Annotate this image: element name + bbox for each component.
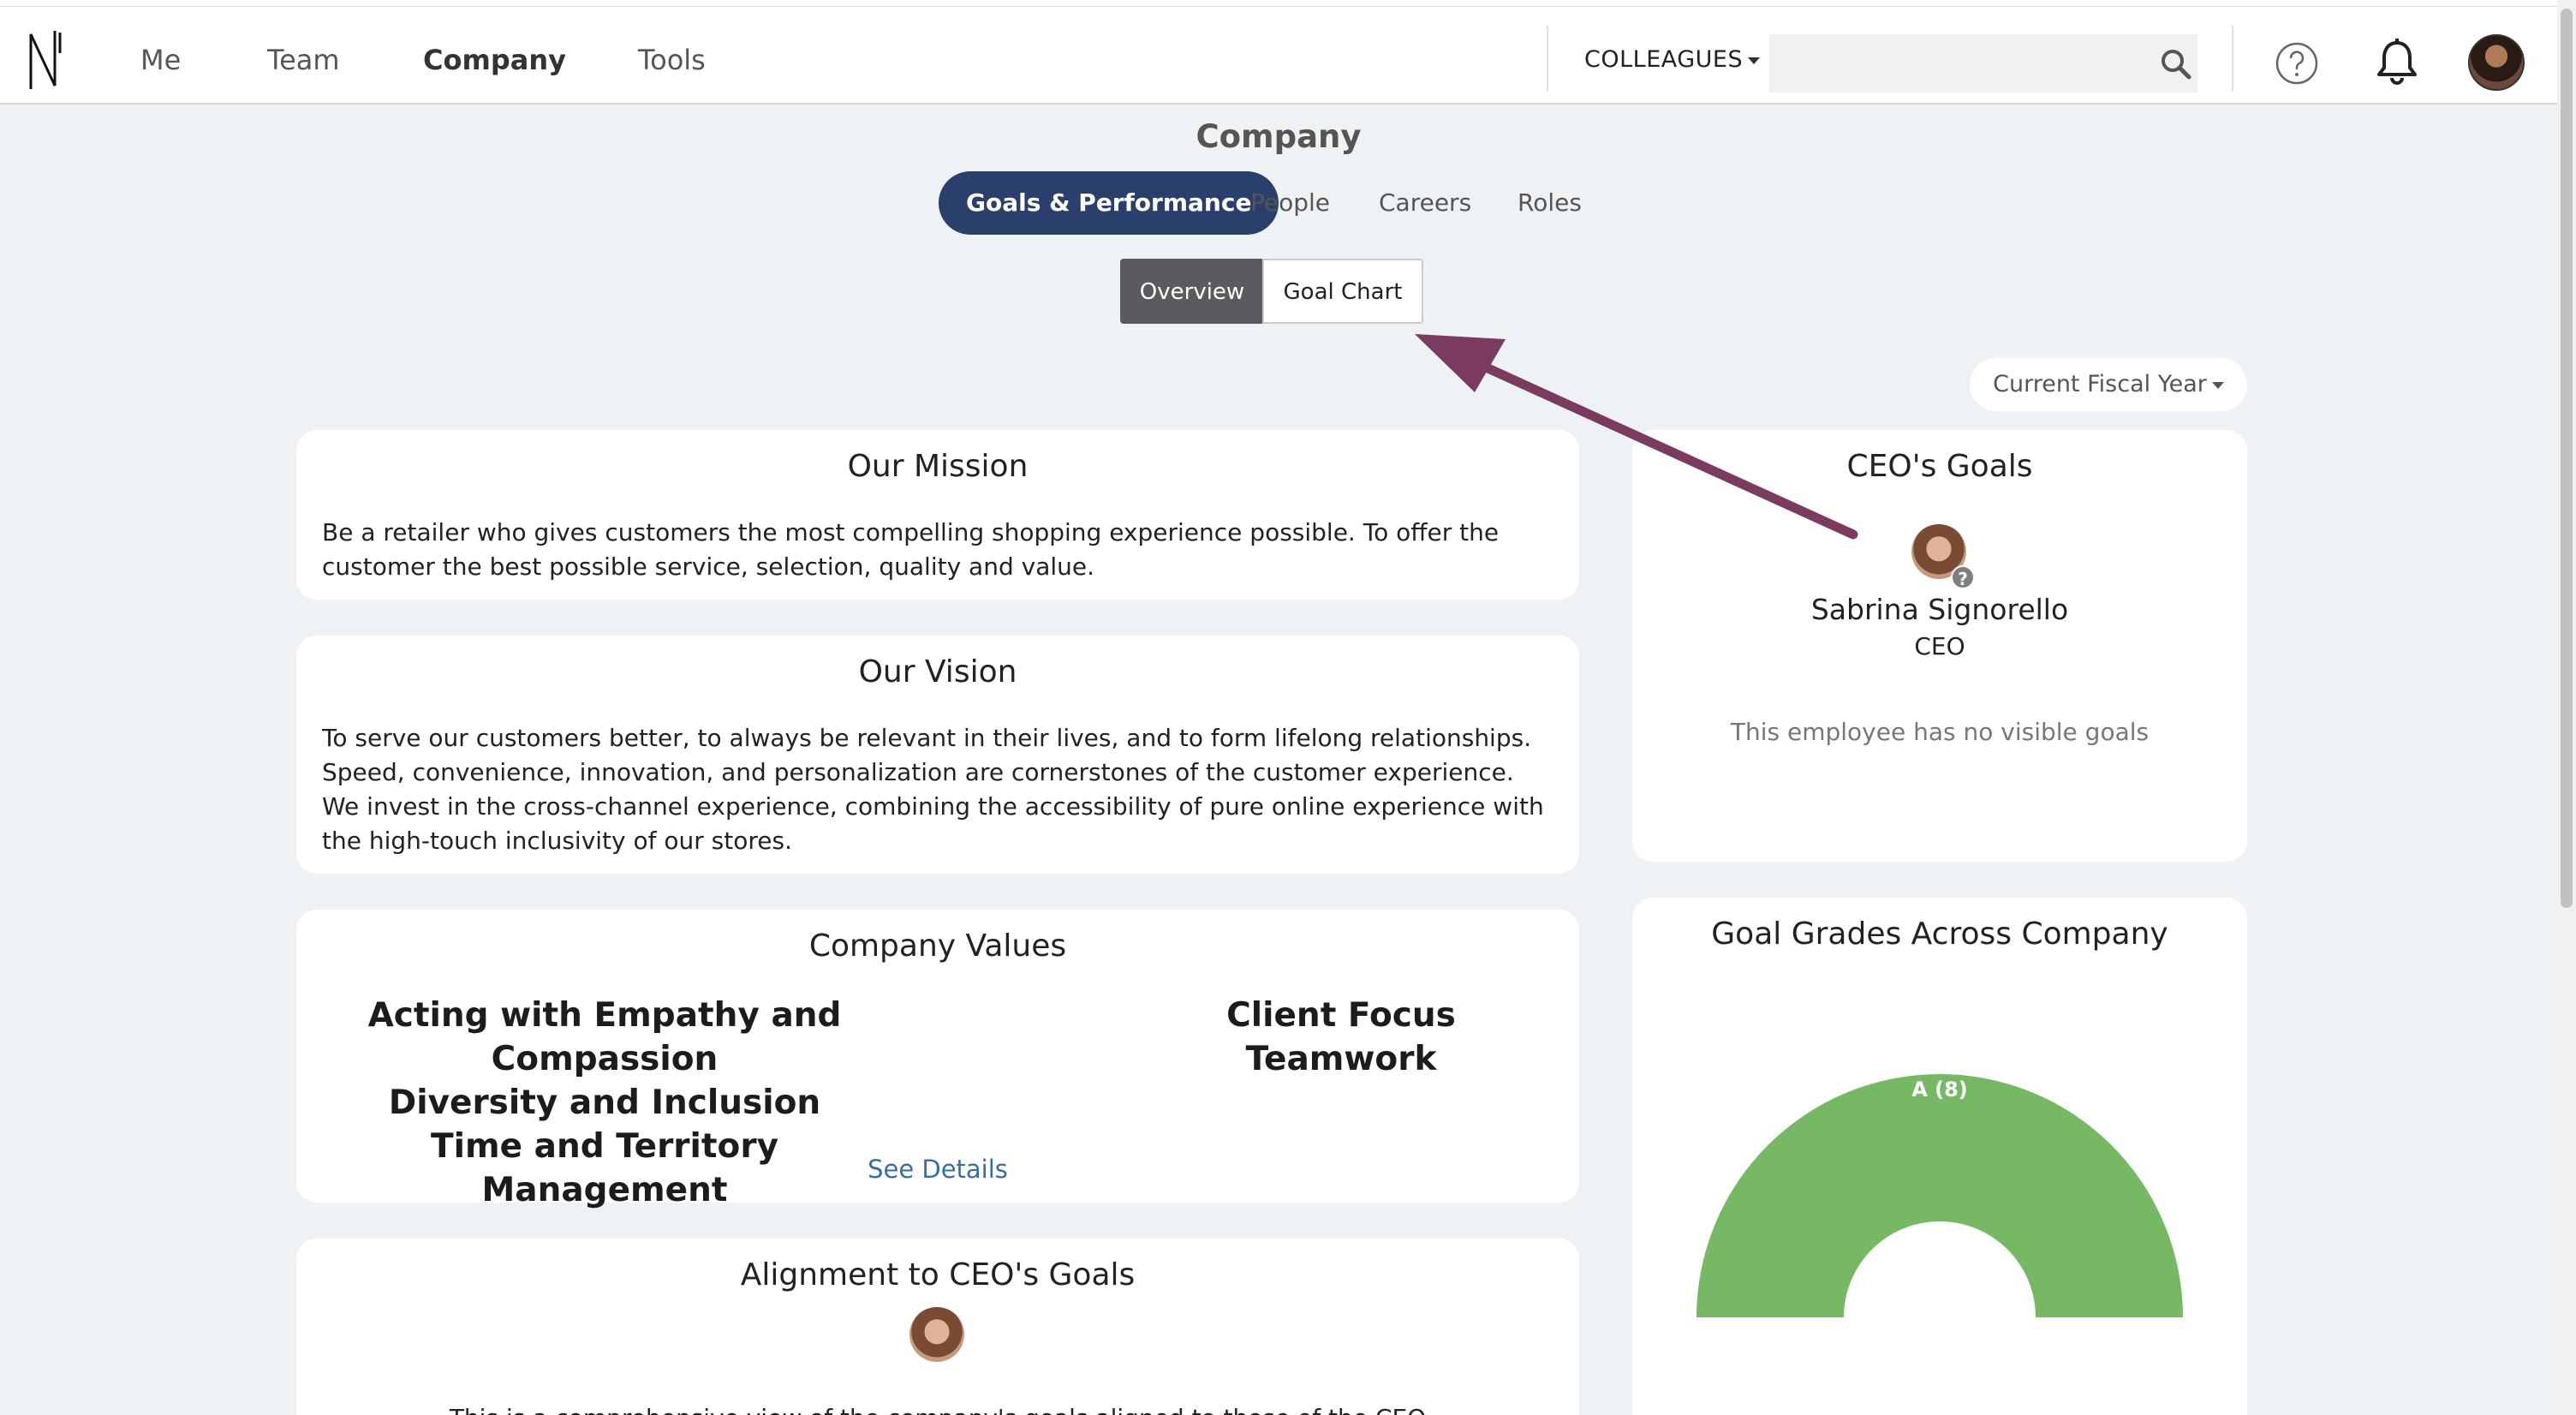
fiscal-year-dropdown[interactable]: Current Fiscal Year bbox=[1970, 358, 2247, 411]
nav-divider bbox=[1547, 26, 1548, 91]
bell-icon[interactable] bbox=[2376, 38, 2418, 87]
ceo-name[interactable]: Sabrina Signorello bbox=[1632, 593, 2247, 626]
chart-slice-label: A (8) bbox=[1911, 1078, 1968, 1102]
scrollbar-thumb[interactable] bbox=[2561, 9, 2573, 908]
ceo-status-badge: ? bbox=[1951, 565, 1975, 589]
caret-down-icon bbox=[2211, 381, 2224, 389]
nav-divider bbox=[2232, 26, 2233, 91]
colleagues-dropdown[interactable]: COLLEAGUES bbox=[1584, 46, 1761, 73]
search-icon[interactable] bbox=[2160, 48, 2192, 81]
nav-item-tools[interactable]: Tools bbox=[638, 43, 706, 77]
mission-title: Our Mission bbox=[847, 449, 1029, 484]
tab-people[interactable]: People bbox=[1250, 171, 1330, 235]
no-goals-message: This employee has no visible goals bbox=[1730, 718, 2150, 746]
goal-grades-card: Goal Grades Across Company A (8) bbox=[1632, 898, 2247, 1415]
subtab-goal-chart[interactable]: Goal Chart bbox=[1262, 259, 1423, 324]
search-input[interactable] bbox=[1769, 34, 2197, 93]
mission-card: Our Mission Be a retailer who gives cust… bbox=[296, 430, 1579, 600]
nav-item-team[interactable]: Team bbox=[267, 43, 340, 77]
alignment-title: Alignment to CEO's Goals bbox=[740, 1257, 1136, 1293]
nav-item-me[interactable]: Me bbox=[140, 43, 181, 77]
value-item: Acting with Empathy and Compassion bbox=[367, 996, 842, 1078]
browser-top-edge bbox=[0, 0, 2576, 7]
values-card: Company Values Acting with Empathy and C… bbox=[296, 910, 1579, 1209]
top-nav-bar: Me Team Company Tools COLLEAGUES bbox=[0, 7, 2557, 104]
caret-down-icon bbox=[1748, 57, 1761, 64]
annotation-arrow bbox=[1415, 334, 1858, 540]
logo-icon[interactable] bbox=[26, 27, 63, 93]
vision-title: Our Vision bbox=[858, 654, 1017, 690]
goal-grades-chart: A (8) bbox=[1696, 1074, 2183, 1317]
fiscal-year-label: Current Fiscal Year bbox=[1993, 371, 2207, 397]
alignment-text: This is a comprehensive view of the comp… bbox=[322, 1401, 1553, 1415]
alignment-card: Alignment to CEO's Goals This is a compr… bbox=[296, 1239, 1579, 1415]
colleagues-label: COLLEAGUES bbox=[1584, 46, 1744, 73]
tab-roles[interactable]: Roles bbox=[1518, 171, 1582, 235]
subtab-overview[interactable]: Overview bbox=[1120, 259, 1264, 324]
value-item: Client Focus bbox=[1226, 996, 1456, 1035]
values-title: Company Values bbox=[808, 928, 1067, 964]
tab-goals-performance[interactable]: Goals & Performance bbox=[939, 171, 1279, 235]
chart-slice[interactable] bbox=[1696, 1074, 2183, 1317]
value-item: Diversity and Inclusion bbox=[388, 1084, 821, 1122]
vision-card: Our Vision To serve our customers better… bbox=[296, 636, 1579, 874]
avatar[interactable] bbox=[2468, 34, 2525, 91]
nav-item-company[interactable]: Company bbox=[423, 43, 566, 77]
see-details-link[interactable]: See Details bbox=[296, 1155, 1579, 1184]
mission-text: Be a retailer who gives customers the mo… bbox=[322, 518, 1500, 581]
help-icon[interactable] bbox=[2275, 41, 2319, 86]
ceo-role: CEO bbox=[1914, 632, 1965, 660]
value-item: Teamwork bbox=[1245, 1040, 1437, 1078]
vision-text: To serve our customers better, to always… bbox=[322, 724, 1544, 855]
values-list-right: Client Focus Teamwork bbox=[1170, 994, 1512, 1081]
page-title: Company bbox=[1196, 118, 1362, 155]
ceo-avatar[interactable] bbox=[909, 1307, 964, 1362]
tab-careers[interactable]: Careers bbox=[1379, 171, 1471, 235]
